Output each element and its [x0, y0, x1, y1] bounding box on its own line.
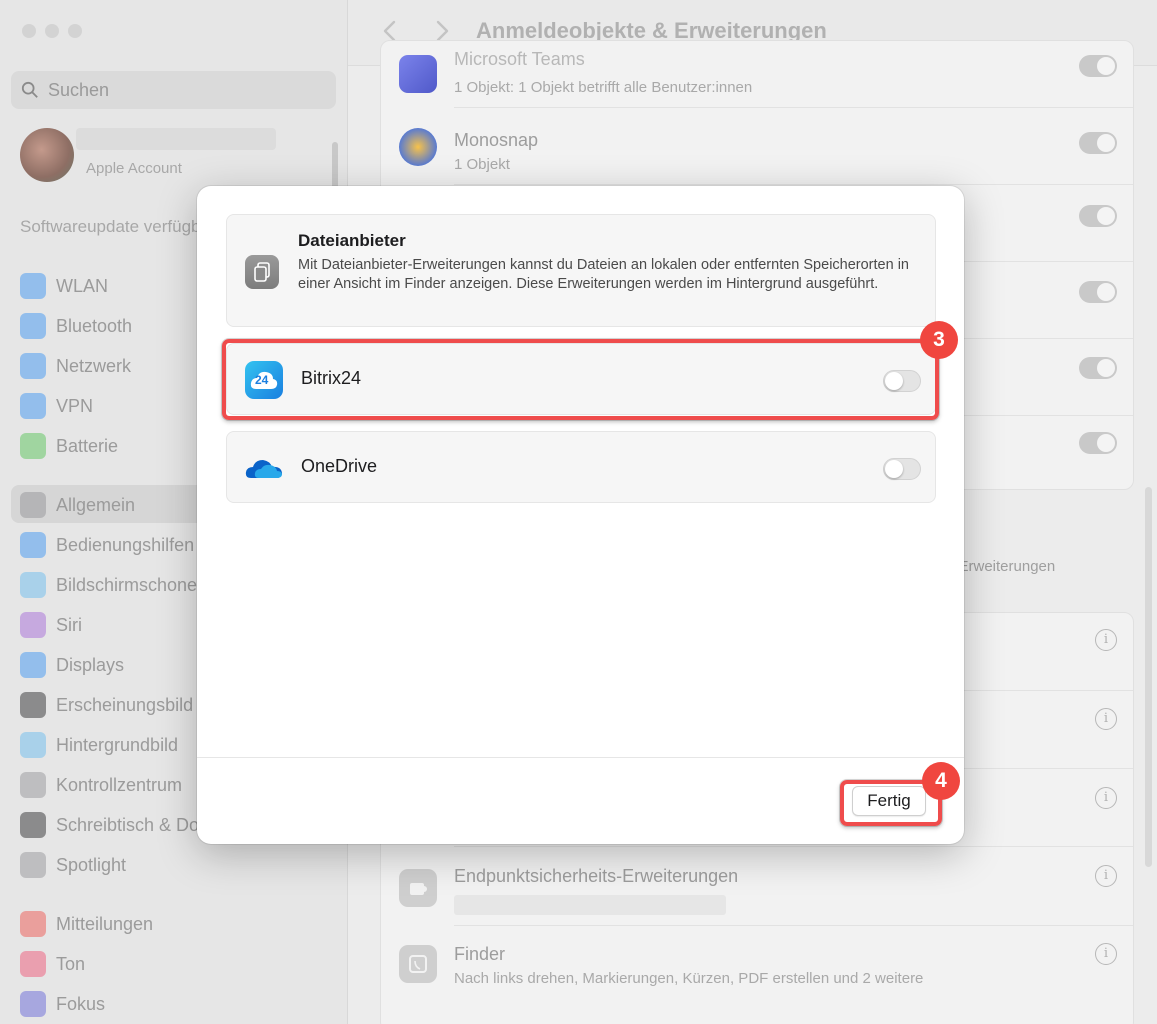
gear-icon — [20, 492, 46, 518]
sidebar-item-wlan[interactable]: WLAN — [20, 272, 108, 300]
sidebar-item-label: Fokus — [56, 993, 106, 1014]
item-toggle[interactable] — [1079, 205, 1117, 227]
sidebar-item-label: WLAN — [56, 275, 109, 296]
sidebar-item-label: Schreibtisch & Dock — [56, 814, 197, 835]
bell-icon — [20, 911, 46, 937]
sidebar-item-netzwerk[interactable]: Netzwerk — [20, 352, 131, 380]
sidebar-item-label: Hintergrundbild — [56, 734, 179, 755]
sidebar-item-label: Displays — [56, 654, 125, 675]
sidebar-item-label: Bildschirmschoner — [56, 574, 197, 595]
sidebar-item-label: VPN — [56, 395, 94, 416]
speaker-icon — [20, 951, 46, 977]
footer-divider — [197, 757, 964, 758]
item-title: Finder — [454, 944, 506, 964]
sidebar-item-batterie[interactable]: Batterie — [20, 432, 118, 460]
sidebar-item-label: Erscheinungsbild — [56, 694, 194, 715]
sheet-title: Dateianbieter — [298, 231, 406, 250]
info-icon[interactable]: i — [1095, 629, 1117, 651]
info-card: Dateianbieter Mit Dateianbieter-Erweiter… — [226, 214, 936, 327]
sidebar-item-siri[interactable]: Siri — [20, 611, 82, 639]
item-toggle[interactable] — [1079, 357, 1117, 379]
sun-icon — [20, 652, 46, 678]
wifi-icon — [20, 273, 46, 299]
sidebar-item-label: Spotlight — [56, 854, 127, 875]
item-toggle[interactable] — [1079, 281, 1117, 303]
item-subtitle: 1 Objekt — [454, 156, 510, 173]
onedrive-toggle[interactable] — [883, 458, 921, 480]
sidebar-item-vpn[interactable]: VPN — [20, 392, 93, 420]
sidebar-item-spotlight[interactable]: Spotlight — [20, 851, 126, 879]
provider-name: OneDrive — [301, 456, 378, 476]
provider-row-onedrive: OneDrive — [226, 431, 936, 503]
item-title: Endpunktsicherheits-Erweiterungen — [454, 866, 739, 886]
globe-icon — [20, 353, 46, 379]
sidebar-item-ton[interactable]: Ton — [20, 950, 85, 978]
software-update-link[interactable]: Softwareupdate verfügbar — [20, 217, 197, 237]
teams-icon — [399, 55, 437, 93]
monosnap-toggle[interactable] — [1079, 132, 1117, 154]
puzzle-icon — [399, 869, 437, 907]
sidebar-item-allgemein[interactable]: Allgemein — [20, 491, 135, 519]
documents-icon — [245, 255, 279, 289]
moon-icon — [20, 991, 46, 1017]
list-item: Monosnap 1 Objekt — [381, 108, 1133, 184]
monosnap-icon — [399, 128, 437, 166]
battery-icon — [20, 433, 46, 459]
sidebar-item-kontrollzentrum[interactable]: Kontrollzentrum — [20, 771, 182, 799]
list-item-finder[interactable]: Finder Nach links drehen, Markierungen, … — [381, 926, 1133, 1004]
sheet-description: Mit Dateianbieter-Erweiterungen kannst d… — [298, 257, 909, 292]
sidebar-item-label: Siri — [56, 614, 82, 635]
sidebar-item-label: Kontrollzentrum — [56, 774, 183, 795]
sidebar-item-bedienungshilfen[interactable]: Bedienungshilfen — [20, 531, 194, 559]
item-title: Microsoft Teams — [454, 49, 585, 69]
onedrive-cloud-icon — [245, 460, 282, 478]
list-item-endpoint-security[interactable]: Endpunktsicherheits-Erweiterungen i — [381, 847, 1133, 925]
sidebar-item-bluetooth[interactable]: Bluetooth — [20, 312, 132, 340]
item-subtitle: Nach links drehen, Markierungen, Kürzen,… — [454, 970, 924, 987]
sidebar-item-erscheinungsbild[interactable]: Erscheinungsbild — [20, 691, 193, 719]
info-icon[interactable]: i — [1095, 943, 1117, 965]
info-icon[interactable]: i — [1095, 787, 1117, 809]
appearance-icon — [20, 692, 46, 718]
sidebar-item-label: Allgemein — [56, 494, 136, 515]
sidebar-item-label: Bluetooth — [56, 315, 133, 336]
main-scrollbar[interactable] — [1145, 487, 1152, 867]
sidebar-scrollbar[interactable] — [332, 142, 338, 192]
siri-icon — [20, 612, 46, 638]
sidebar-item-label: Bedienungshilfen — [56, 534, 195, 555]
sidebar-item-mitteilungen[interactable]: Mitteilungen — [20, 910, 153, 938]
vpn-icon — [20, 393, 46, 419]
flower-icon — [20, 732, 46, 758]
sidebar-item-label: Ton — [56, 953, 86, 974]
item-toggle[interactable] — [1079, 432, 1117, 454]
sidebar-item-bildschirmschoner[interactable]: Bildschirmschoner — [20, 571, 197, 599]
sidebar-item-label: Netzwerk — [56, 355, 132, 376]
info-icon[interactable]: i — [1095, 708, 1117, 730]
sidebar-item-hintergrundbild[interactable]: Hintergrundbild — [20, 731, 178, 759]
list-item: Microsoft Teams 1 Objekt: 1 Objekt betri… — [381, 41, 1133, 107]
item-subtitle-redacted — [454, 895, 726, 915]
highlight-bitrix24 — [222, 339, 939, 420]
sidebar-item-displays[interactable]: Displays — [20, 651, 124, 679]
sidebar-item-schreibtisch-dock[interactable]: Schreibtisch & Dock — [20, 811, 197, 839]
finder-icon — [399, 945, 437, 983]
toggles-icon — [20, 772, 46, 798]
sidebar-item-label: Batterie — [56, 435, 119, 456]
item-subtitle: 1 Objekt: 1 Objekt betrifft alle Benutze… — [454, 79, 753, 96]
info-icon[interactable]: i — [1095, 865, 1117, 887]
spotlight-icon — [20, 852, 46, 878]
dock-icon — [20, 812, 46, 838]
step-badge-3: 3 — [920, 321, 958, 359]
teams-toggle[interactable] — [1079, 55, 1117, 77]
step-badge-4: 4 — [922, 762, 960, 800]
sidebar-item-label: Mitteilungen — [56, 913, 154, 934]
screensaver-icon — [20, 572, 46, 598]
sidebar-item-fokus[interactable]: Fokus — [20, 990, 105, 1018]
file-provider-sheet: Dateianbieter Mit Dateianbieter-Erweiter… — [197, 186, 964, 844]
item-title: Monosnap — [454, 130, 539, 150]
accessibility-icon — [20, 532, 46, 558]
bluetooth-icon — [20, 313, 46, 339]
